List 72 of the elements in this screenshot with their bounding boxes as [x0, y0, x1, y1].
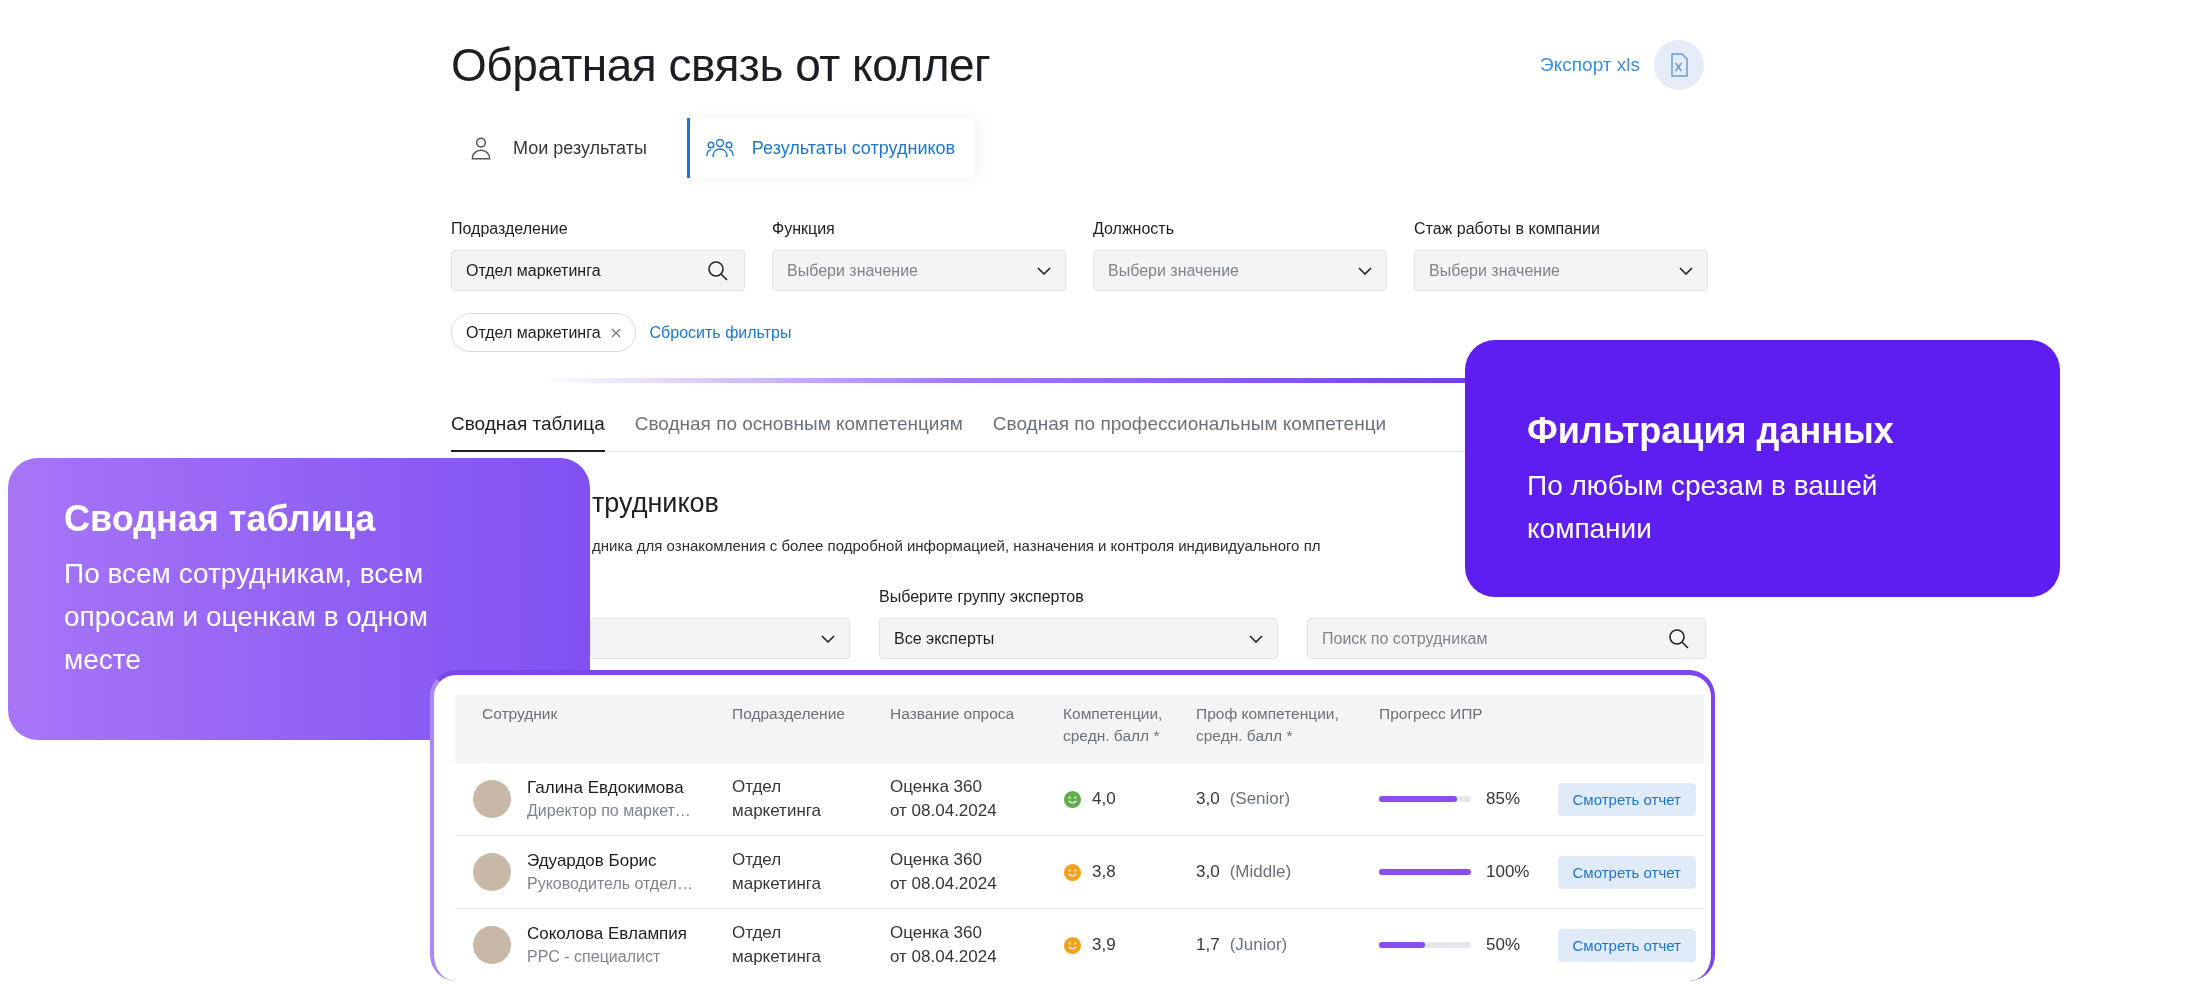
reset-filters-link[interactable]: Сбросить фильтры	[649, 323, 792, 342]
progress-value: 50%	[1486, 935, 1521, 955]
table-cell-text: 3,0	[1196, 861, 1220, 883]
search-field[interactable]: Поиск по сотрудникам	[1307, 618, 1706, 659]
filter-label: Должность	[1093, 220, 1175, 238]
table-cell-text: 1,7	[1196, 934, 1220, 956]
view-report-button[interactable]: Смотреть отчет	[1557, 782, 1696, 816]
callout-title: Фильтрация данных	[1527, 410, 1895, 452]
search-field[interactable]: Отдел маркетинга	[451, 250, 745, 291]
chevron-down-icon	[1037, 266, 1051, 275]
column-header: Проф компетенции, средн. балл *	[1196, 704, 1340, 746]
view-report-button[interactable]: Смотреть отчет	[1557, 855, 1696, 889]
table-cell-text: 4,0	[1092, 788, 1116, 810]
avatar	[473, 853, 511, 891]
select-field[interactable]: Выбери значение	[772, 250, 1066, 291]
export-link[interactable]: Экспорт xls	[1540, 54, 1640, 76]
callout-text: По любым срезам в вашей компании	[1527, 469, 1879, 546]
filter-chip[interactable]: Отдел маркетинга	[451, 313, 636, 352]
employee-position: Руководитель отдел…	[527, 875, 693, 893]
page-title: Обратная связь от коллег	[451, 38, 992, 92]
results-tab[interactable]: Мои результаты	[451, 118, 667, 178]
employee-name: Соколова Евлампия	[527, 924, 687, 944]
callout-text: По всем сотрудникам, всем опросам и оценкам в одном месте	[64, 557, 429, 677]
column-header: Компетенции, средн. балл *	[1063, 704, 1164, 746]
employee-name: Галина Евдокимова	[527, 778, 685, 798]
section-description: дника для ознакомления с более подробной информацией, назначения и контроля индивидуального пл	[592, 537, 1321, 554]
section-title: трудников	[592, 488, 719, 519]
search-icon	[706, 258, 730, 283]
close-icon[interactable]	[610, 327, 621, 338]
filter-label: Стаж работы в компании	[1414, 220, 1601, 238]
table-cell-text: Оценка 360 от 08.04.2024	[890, 849, 998, 895]
progress-value: 100%	[1486, 862, 1530, 882]
table-cell-text: Оценка 360 от 08.04.2024	[890, 922, 998, 968]
employee-name: Эдуардов Борис	[527, 851, 658, 871]
table-cell-text: Отдел маркетинга	[732, 776, 823, 822]
view-report-button[interactable]: Смотреть отчет	[1557, 928, 1696, 962]
table-cell-text: Оценка 360 от 08.04.2024	[890, 776, 998, 822]
progress-value: 85%	[1486, 789, 1521, 809]
column-header: Прогресс ИПР	[1379, 704, 1484, 724]
excel-file-icon[interactable]	[1654, 40, 1704, 90]
select-field[interactable]: Выбери значение	[1414, 250, 1708, 291]
level-label: (Middle)	[1229, 862, 1292, 882]
avatar	[473, 926, 511, 964]
level-label: (Junior)	[1229, 935, 1288, 955]
column-header: Сотрудник	[481, 704, 559, 724]
employee-position: PPC - специалист	[527, 948, 662, 966]
select-field[interactable]: Выбери значение	[1093, 250, 1387, 291]
chevron-down-icon	[1679, 266, 1693, 275]
select-field[interactable]: Все эксперты	[879, 618, 1278, 659]
chevron-down-icon	[1249, 634, 1263, 643]
employee-position: Директор по маркет…	[527, 802, 691, 820]
table-cell-text: 3,9	[1092, 934, 1116, 956]
results-tab[interactable]: Результаты сотрудников	[686, 118, 976, 178]
column-header: Подразделение	[732, 704, 846, 724]
column-header: Название опроса	[890, 704, 1016, 724]
callout-title: Сводная таблица	[64, 498, 377, 540]
summary-tab[interactable]: Сводная по основным компетенциям	[634, 403, 963, 451]
filter-label: Выберите группу экспертов	[879, 588, 1085, 606]
filter-label: Функция	[772, 220, 836, 238]
summary-tab[interactable]: Сводная таблица	[451, 403, 605, 452]
level-label: (Senior)	[1229, 789, 1291, 809]
search-icon	[1667, 626, 1691, 651]
filter-label: Подразделение	[451, 220, 569, 238]
select-field[interactable]	[590, 618, 850, 659]
table-cell-text: Отдел маркетинга	[732, 922, 823, 968]
chevron-down-icon	[1358, 266, 1372, 275]
table-cell-text: 3,8	[1092, 861, 1116, 883]
avatar	[473, 780, 511, 818]
table-cell-text: 3,0	[1196, 788, 1220, 810]
summary-tab[interactable]: Сводная по профессиональным компетенци	[992, 403, 1387, 451]
chevron-down-icon	[821, 634, 835, 643]
table-cell-text: Отдел маркетинга	[732, 849, 823, 895]
